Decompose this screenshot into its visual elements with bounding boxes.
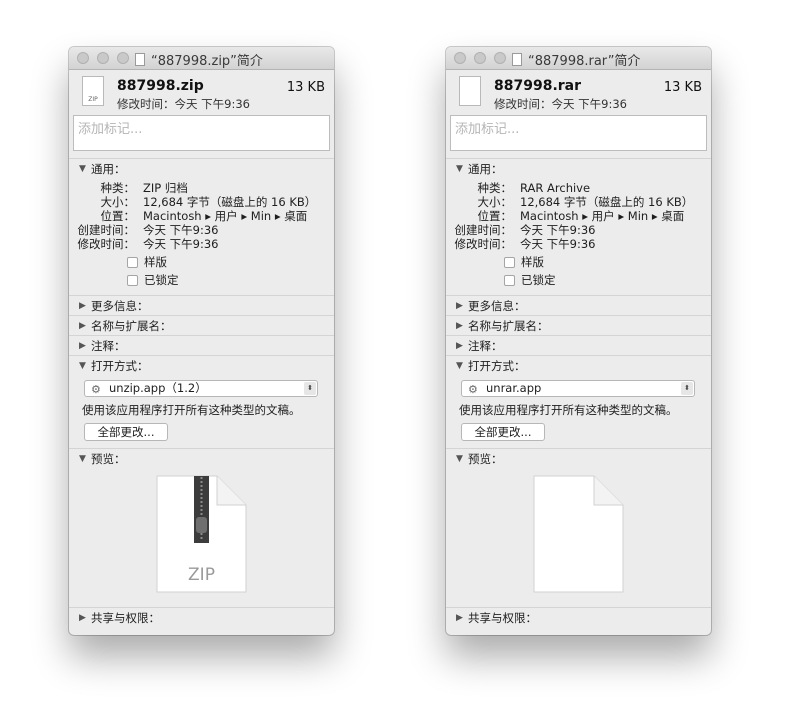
window-title: “887998.zip”简介 bbox=[135, 50, 328, 69]
close-button[interactable] bbox=[77, 52, 89, 64]
disclosure-closed-icon: ▶ bbox=[456, 612, 463, 623]
disclosure-closed-icon: ▶ bbox=[456, 320, 463, 331]
comments-section[interactable]: ▶ 注释： bbox=[446, 335, 711, 355]
archive-utility-icon: ⚙ bbox=[91, 383, 101, 396]
tags-input[interactable]: 添加标记... bbox=[450, 115, 707, 151]
disclosure-open-icon: ▼ bbox=[79, 453, 86, 464]
file-header: 887998.rar 13 KB 修改时间：今天 下午9:36 bbox=[446, 70, 711, 115]
disclosure-closed-icon: ▶ bbox=[79, 340, 86, 351]
app-select[interactable]: ⚙ unzip.app（1.2） ⬍ bbox=[84, 380, 318, 397]
select-stepper-icon: ⬍ bbox=[304, 382, 316, 395]
comments-section[interactable]: ▶ 注释： bbox=[69, 335, 334, 355]
general-section: ▼ 通用： 种类： RAR Archive 大小： 12,684 字节（磁盘上的 16… bbox=[446, 158, 711, 295]
title-bar[interactable]: “887998.zip”简介 bbox=[69, 47, 334, 70]
disclosure-open-icon: ▼ bbox=[79, 360, 86, 371]
disclosure-closed-icon: ▶ bbox=[79, 300, 86, 311]
open-with-toggle[interactable]: ▼ 打开方式： bbox=[446, 356, 711, 375]
info-window-rar: “887998.rar”简介 887998.rar 13 KB 修改时间：今天 … bbox=[446, 47, 711, 635]
sharing-section[interactable]: ▶ 共享与权限： bbox=[446, 607, 711, 627]
preview-section: ▼ 预览： bbox=[446, 448, 711, 607]
disclosure-open-icon: ▼ bbox=[456, 163, 463, 174]
document-icon bbox=[135, 53, 145, 66]
preview-section: ▼ 预览： ZIP bbox=[69, 448, 334, 607]
size-row: 大小： 12,684 字节（磁盘上的 16 KB） bbox=[100, 195, 317, 209]
open-with-description: 使用该应用程序打开所有这种类型的文稿。 bbox=[459, 403, 678, 417]
zoom-button[interactable] bbox=[117, 52, 129, 64]
where-row: 位置： Macintosh ▸ 用户 ▸ Min ▸ 桌面 bbox=[477, 209, 685, 223]
general-section: ▼ 通用： 种类： ZIP 归档 大小： 12,684 字节（磁盘上的 16 KB） … bbox=[69, 158, 334, 295]
stationery-checkbox[interactable]: 样版 bbox=[504, 254, 544, 270]
preview-toggle[interactable]: ▼ 预览： bbox=[69, 449, 334, 468]
where-row: 位置： Macintosh ▸ 用户 ▸ Min ▸ 桌面 bbox=[100, 209, 308, 223]
disclosure-closed-icon: ▶ bbox=[456, 340, 463, 351]
open-with-toggle[interactable]: ▼ 打开方式： bbox=[69, 356, 334, 375]
file-size: 13 KB bbox=[663, 80, 702, 95]
general-toggle[interactable]: ▼ 通用： bbox=[69, 159, 334, 178]
modified-row: 修改时间： 今天 下午9:36 bbox=[77, 237, 219, 251]
change-all-button[interactable]: 全部更改... bbox=[84, 423, 168, 441]
disclosure-open-icon: ▼ bbox=[456, 360, 463, 371]
change-all-button[interactable]: 全部更改... bbox=[461, 423, 545, 441]
minimize-button[interactable] bbox=[474, 52, 486, 64]
created-row: 创建时间： 今天 下午9:36 bbox=[454, 223, 596, 237]
locked-checkbox[interactable]: 已锁定 bbox=[504, 272, 556, 288]
open-with-section: ▼ 打开方式： ⚙ unzip.app（1.2） ⬍ 使用该应用程序打开所有这种类… bbox=[69, 355, 334, 448]
modified-summary: 修改时间：今天 下午9:36 bbox=[494, 97, 627, 111]
locked-checkbox[interactable]: 已锁定 bbox=[127, 272, 179, 288]
general-toggle[interactable]: ▼ 通用： bbox=[446, 159, 711, 178]
open-with-description: 使用该应用程序打开所有这种类型的文稿。 bbox=[82, 403, 301, 417]
modified-row: 修改时间： 今天 下午9:36 bbox=[454, 237, 596, 251]
disclosure-closed-icon: ▶ bbox=[79, 320, 86, 331]
name-ext-section[interactable]: ▶ 名称与扩展名： bbox=[446, 315, 711, 335]
disclosure-open-icon: ▼ bbox=[79, 163, 86, 174]
document-icon bbox=[512, 53, 522, 66]
minimize-button[interactable] bbox=[97, 52, 109, 64]
file-size: 13 KB bbox=[286, 80, 325, 95]
sharing-section[interactable]: ▶ 共享与权限： bbox=[69, 607, 334, 627]
open-with-section: ▼ 打开方式： ⚙ unrar.app ⬍ 使用该应用程序打开所有这种类型的文稿。… bbox=[446, 355, 711, 448]
kind-row: 种类： ZIP 归档 bbox=[100, 181, 188, 195]
disclosure-open-icon: ▼ bbox=[456, 453, 463, 464]
tags-input[interactable]: 添加标记... bbox=[73, 115, 330, 151]
info-window-zip: “887998.zip”简介 ZIP 887998.zip 13 KB 修改时间… bbox=[69, 47, 334, 635]
more-info-section[interactable]: ▶ 更多信息： bbox=[69, 295, 334, 315]
created-row: 创建时间： 今天 下午9:36 bbox=[77, 223, 219, 237]
disclosure-closed-icon: ▶ bbox=[79, 612, 86, 623]
modified-summary: 修改时间：今天 下午9:36 bbox=[117, 97, 250, 111]
preview-toggle[interactable]: ▼ 预览： bbox=[446, 449, 711, 468]
app-select[interactable]: ⚙ unrar.app ⬍ bbox=[461, 380, 695, 397]
close-button[interactable] bbox=[454, 52, 466, 64]
blank-document-preview-icon bbox=[533, 475, 624, 593]
window-title: “887998.rar”简介 bbox=[512, 50, 705, 69]
archive-utility-icon: ⚙ bbox=[468, 383, 478, 396]
kind-row: 种类： RAR Archive bbox=[477, 181, 591, 195]
zip-file-icon: ZIP bbox=[82, 76, 104, 106]
file-header: ZIP 887998.zip 13 KB 修改时间：今天 下午9:36 bbox=[69, 70, 334, 115]
file-name: 887998.rar bbox=[494, 78, 582, 94]
select-stepper-icon: ⬍ bbox=[681, 382, 693, 395]
file-name: 887998.zip bbox=[117, 78, 204, 94]
zoom-button[interactable] bbox=[494, 52, 506, 64]
name-ext-section[interactable]: ▶ 名称与扩展名： bbox=[69, 315, 334, 335]
zip-preview-icon: ZIP bbox=[156, 475, 247, 593]
more-info-section[interactable]: ▶ 更多信息： bbox=[446, 295, 711, 315]
title-bar[interactable]: “887998.rar”简介 bbox=[446, 47, 711, 70]
size-row: 大小： 12,684 字节（磁盘上的 16 KB） bbox=[477, 195, 694, 209]
disclosure-closed-icon: ▶ bbox=[456, 300, 463, 311]
stationery-checkbox[interactable]: 样版 bbox=[127, 254, 167, 270]
rar-file-icon bbox=[459, 76, 481, 106]
